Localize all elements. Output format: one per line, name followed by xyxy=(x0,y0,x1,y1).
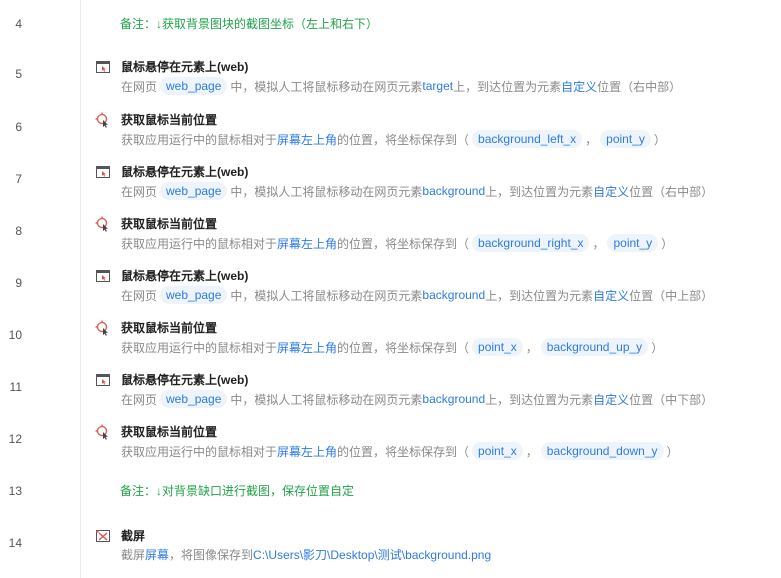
variable-chip[interactable]: web_page xyxy=(160,77,228,95)
flow-editor: 4 备注：↓获取背景图块的截图坐标（左上和右下） 5 鼠标悬停在元素上(web)… xyxy=(0,0,781,578)
step-description: 截屏 屏幕 ，将图像保存到 C:\Users\影刀\Desktop\测试\bac… xyxy=(121,546,492,563)
browser-window-icon xyxy=(96,374,110,386)
screen-origin[interactable]: 屏幕左上角 xyxy=(277,339,337,356)
element-target[interactable]: background xyxy=(422,288,485,302)
flow-step-screenshot[interactable]: 14 截屏 截屏 屏幕 ，将图像保存到 C:\Users\影刀\Desktop\… xyxy=(0,519,781,571)
screenshot-icon xyxy=(96,530,110,542)
step-description: 获取应用运行中的鼠标相对于 屏幕左上角 的位置，将坐标保存到（ point_x … xyxy=(121,442,679,460)
flow-step-hover[interactable]: 5 鼠标悬停在元素上(web) 在网页 web_page 中，模拟人工将鼠标移动… xyxy=(0,50,781,102)
line-number: 10 xyxy=(8,328,22,342)
screen-origin[interactable]: 屏幕左上角 xyxy=(277,235,337,252)
step-description: 获取应用运行中的鼠标相对于 屏幕左上角 的位置，将坐标保存到（ point_x … xyxy=(121,338,664,356)
mouse-cursor-target-icon xyxy=(95,216,108,232)
element-target[interactable]: target xyxy=(422,79,453,93)
screen-target[interactable]: 屏幕 xyxy=(145,546,169,563)
line-number: 6 xyxy=(15,120,22,134)
step-title: 获取鼠标当前位置 xyxy=(121,217,218,231)
variable-chip[interactable]: web_page xyxy=(160,286,228,304)
position-mode[interactable]: 自定义 xyxy=(593,391,629,408)
step-description: 获取应用运行中的鼠标相对于 屏幕左上角 的位置，将坐标保存到（ backgrou… xyxy=(121,130,666,148)
line-number: 11 xyxy=(9,380,22,394)
line-number: 13 xyxy=(8,484,22,498)
step-title: 获取鼠标当前位置 xyxy=(121,113,218,127)
position-mode[interactable]: 自定义 xyxy=(593,287,629,304)
variable-chip[interactable]: point_x xyxy=(472,338,523,356)
step-title: 鼠标悬停在元素上(web) xyxy=(121,373,249,387)
step-title: 获取鼠标当前位置 xyxy=(121,321,218,335)
variable-chip[interactable]: web_page xyxy=(160,390,228,408)
flow-step-note[interactable]: 13 备注：↓对背景缺口进行截图，保存位置自定 xyxy=(0,467,781,519)
browser-window-icon xyxy=(96,270,110,282)
step-title: 鼠标悬停在元素上(web) xyxy=(121,269,249,283)
flow-step-get-mouse-position[interactable]: 10 获取鼠标当前位置 获取应用运行中的鼠标相对于 屏幕左上角 的位置，将坐标保… xyxy=(0,311,781,363)
mouse-cursor-target-icon xyxy=(95,424,108,440)
mouse-cursor-target-icon xyxy=(95,112,108,128)
line-number: 8 xyxy=(15,224,22,238)
step-description: 在网页 web_page 中，模拟人工将鼠标移动在网页元素 target 上，到… xyxy=(121,77,682,95)
screen-origin[interactable]: 屏幕左上角 xyxy=(277,131,337,148)
note-text: 备注：↓对背景缺口进行截图，保存位置自定 xyxy=(120,484,355,498)
line-number: 5 xyxy=(15,67,22,81)
flow-step-get-mouse-position[interactable]: 6 获取鼠标当前位置 获取应用运行中的鼠标相对于 屏幕左上角 的位置，将坐标保存… xyxy=(0,103,781,155)
variable-chip[interactable]: point_y xyxy=(607,234,659,252)
step-title: 鼠标悬停在元素上(web) xyxy=(121,165,249,179)
flow-step-note[interactable]: 4 备注：↓获取背景图块的截图坐标（左上和右下） xyxy=(0,0,781,52)
variable-chip[interactable]: background_down_y xyxy=(540,442,664,460)
line-number: 7 xyxy=(15,172,22,186)
screen-origin[interactable]: 屏幕左上角 xyxy=(277,443,337,460)
save-path[interactable]: C:\Users\影刀\Desktop\测试\background.png xyxy=(253,546,491,563)
mouse-cursor-target-icon xyxy=(95,320,108,336)
position-mode[interactable]: 自定义 xyxy=(593,183,629,200)
flow-step-get-mouse-position[interactable]: 8 获取鼠标当前位置 获取应用运行中的鼠标相对于 屏幕左上角 的位置，将坐标保存… xyxy=(0,207,781,259)
step-description: 获取应用运行中的鼠标相对于 屏幕左上角 的位置，将坐标保存到（ backgrou… xyxy=(121,234,674,252)
variable-chip[interactable]: background_left_x xyxy=(472,130,583,148)
line-number: 14 xyxy=(8,536,22,550)
note-text: 备注：↓获取背景图块的截图坐标（左上和右下） xyxy=(120,17,379,31)
variable-chip[interactable]: web_page xyxy=(160,182,228,200)
element-target[interactable]: background xyxy=(422,392,485,406)
flow-step-hover[interactable]: 9 鼠标悬停在元素上(web) 在网页 web_page 中，模拟人工将鼠标移动… xyxy=(0,259,781,311)
browser-window-icon xyxy=(96,166,110,178)
step-title: 鼠标悬停在元素上(web) xyxy=(121,60,249,74)
step-title: 获取鼠标当前位置 xyxy=(121,425,218,439)
flow-step-hover[interactable]: 11 鼠标悬停在元素上(web) 在网页 web_page 中，模拟人工将鼠标移… xyxy=(0,363,781,415)
browser-window-icon xyxy=(96,61,110,73)
step-title: 截屏 xyxy=(121,529,146,543)
line-number: 4 xyxy=(15,17,22,31)
variable-chip[interactable]: point_y xyxy=(600,130,651,148)
variable-chip[interactable]: point_x xyxy=(472,442,523,460)
element-target[interactable]: background xyxy=(422,184,485,198)
step-description: 在网页 web_page 中，模拟人工将鼠标移动在网页元素 background… xyxy=(121,182,714,200)
variable-chip[interactable]: background_up_y xyxy=(540,338,649,356)
flow-step-hover[interactable]: 7 鼠标悬停在元素上(web) 在网页 web_page 中，模拟人工将鼠标移动… xyxy=(0,155,781,207)
step-description: 在网页 web_page 中，模拟人工将鼠标移动在网页元素 background… xyxy=(121,286,714,304)
variable-chip[interactable]: background_right_x xyxy=(472,234,590,252)
position-mode[interactable]: 自定义 xyxy=(561,78,597,95)
step-description: 在网页 web_page 中，模拟人工将鼠标移动在网页元素 background… xyxy=(121,390,714,408)
line-number: 9 xyxy=(15,276,22,290)
line-number: 12 xyxy=(8,432,22,446)
flow-step-get-mouse-position[interactable]: 12 获取鼠标当前位置 获取应用运行中的鼠标相对于 屏幕左上角 的位置，将坐标保… xyxy=(0,415,781,467)
